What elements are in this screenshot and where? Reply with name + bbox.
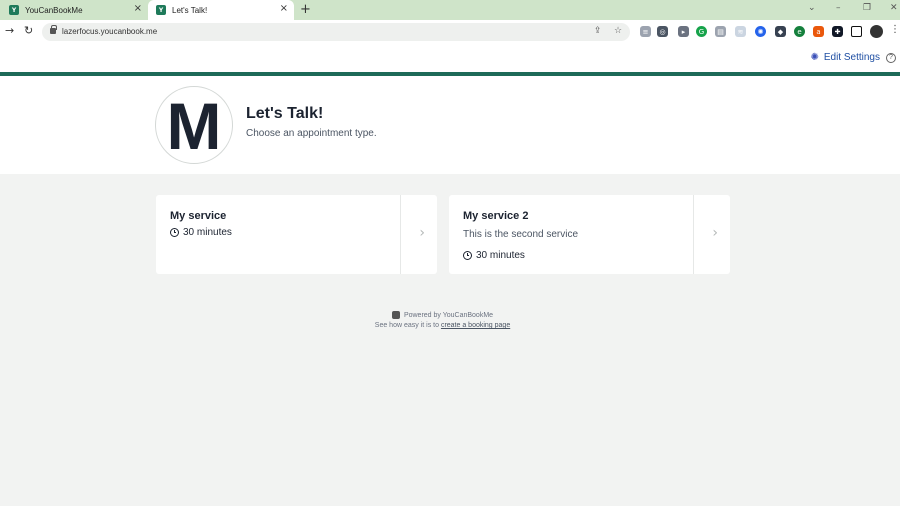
tab-youcanbookme[interactable]: Y YouCanBookMe ×	[0, 0, 148, 20]
browser-menu-icon[interactable]: ⋮	[890, 24, 900, 35]
service-card-my-service-2[interactable]: My service 2 This is the second service …	[449, 195, 730, 274]
address-bar[interactable]: lazerfocus.youcanbook.me ⇪ ☆	[42, 23, 630, 41]
profile-logo: M	[155, 86, 233, 164]
edit-settings-label: Edit Settings	[823, 52, 880, 63]
url-text: lazerfocus.youcanbook.me	[62, 27, 158, 36]
browser-toolbar: → ↻ lazerfocus.youcanbook.me ⇪ ☆ ≡ ◎ ▸ G…	[0, 20, 900, 44]
clock-icon	[170, 228, 179, 237]
minimize-icon[interactable]: –	[836, 3, 841, 13]
logo-letter: M	[166, 89, 222, 163]
help-icon[interactable]: ?	[886, 52, 896, 63]
extension-icon[interactable]: ≋	[735, 26, 746, 37]
extension-icon[interactable]: ✺	[755, 26, 766, 37]
service-duration: 30 minutes	[463, 250, 525, 261]
new-tab-icon[interactable]: +	[300, 2, 311, 17]
extensions-puzzle-icon[interactable]: ✚	[832, 26, 843, 37]
page-title: Let's Talk!	[246, 105, 324, 122]
profile-avatar[interactable]	[870, 25, 883, 38]
tab-search-icon[interactable]: ⌄	[808, 3, 816, 13]
extension-icon[interactable]: ▸	[678, 26, 689, 37]
service-title: My service 2	[463, 210, 529, 222]
tab-title: Let's Talk!	[172, 5, 208, 15]
restore-icon[interactable]: ❐	[863, 3, 871, 13]
evernote-icon[interactable]: e	[794, 26, 805, 37]
browser-tab-bar: Y YouCanBookMe × Y Let's Talk! × + ⌄ – ❐…	[0, 0, 900, 20]
create-booking-page-link[interactable]: create a booking page	[441, 322, 510, 329]
footer-prefix: See how easy it is to	[374, 322, 439, 329]
powered-by-text: Powered by YouCanBookMe	[403, 311, 494, 319]
card-divider	[693, 195, 694, 274]
close-tab-icon[interactable]: ×	[134, 3, 142, 14]
tab-title: YouCanBookMe	[25, 5, 83, 15]
duration-text: 30 minutes	[183, 227, 232, 238]
card-divider	[400, 195, 401, 274]
side-panel-icon[interactable]	[851, 26, 862, 37]
lock-icon	[50, 25, 57, 34]
service-title: My service	[170, 210, 227, 222]
bookmark-star-icon[interactable]: ☆	[614, 26, 622, 36]
chevron-right-icon[interactable]: ›	[712, 225, 718, 241]
youcanbookme-logo-icon	[391, 311, 400, 319]
page-subtitle: Choose an appointment type.	[246, 128, 377, 139]
tab-lets-talk[interactable]: Y Let's Talk! ×	[148, 0, 294, 20]
booking-page-header: ✺ Edit Settings ?	[0, 44, 900, 174]
service-description: This is the second service	[463, 229, 579, 240]
back-icon[interactable]: →	[5, 24, 14, 37]
edit-settings-link[interactable]: ✺ Edit Settings ?	[810, 52, 896, 63]
reload-icon[interactable]: ↻	[24, 24, 33, 37]
close-window-icon[interactable]: ✕	[890, 3, 898, 13]
service-duration: 30 minutes	[170, 227, 232, 238]
page-footer: Powered by YouCanBookMe See how easy it …	[0, 311, 885, 329]
extension-icon[interactable]: ≡	[640, 26, 651, 37]
share-icon[interactable]: ⇪	[594, 26, 602, 36]
gear-icon: ✺	[810, 52, 819, 63]
grammarly-icon[interactable]: G	[696, 26, 707, 37]
service-card-my-service[interactable]: My service 30 minutes ›	[156, 195, 437, 274]
extension-icon[interactable]: ◎	[657, 26, 668, 37]
powered-by: Powered by YouCanBookMe	[0, 311, 885, 319]
clock-icon	[463, 251, 472, 260]
footer-cta: See how easy it is to create a booking p…	[0, 322, 885, 329]
extension-icon[interactable]: ▤	[715, 26, 726, 37]
extension-icon[interactable]: ◆	[775, 26, 786, 37]
youcanbookme-favicon-icon: Y	[156, 5, 166, 15]
duration-text: 30 minutes	[476, 250, 525, 261]
brand-divider	[0, 72, 900, 76]
chevron-right-icon[interactable]: ›	[419, 225, 425, 241]
youcanbookme-favicon-icon: Y	[9, 5, 19, 15]
amazon-icon[interactable]: a	[813, 26, 824, 37]
close-tab-icon[interactable]: ×	[280, 3, 288, 14]
